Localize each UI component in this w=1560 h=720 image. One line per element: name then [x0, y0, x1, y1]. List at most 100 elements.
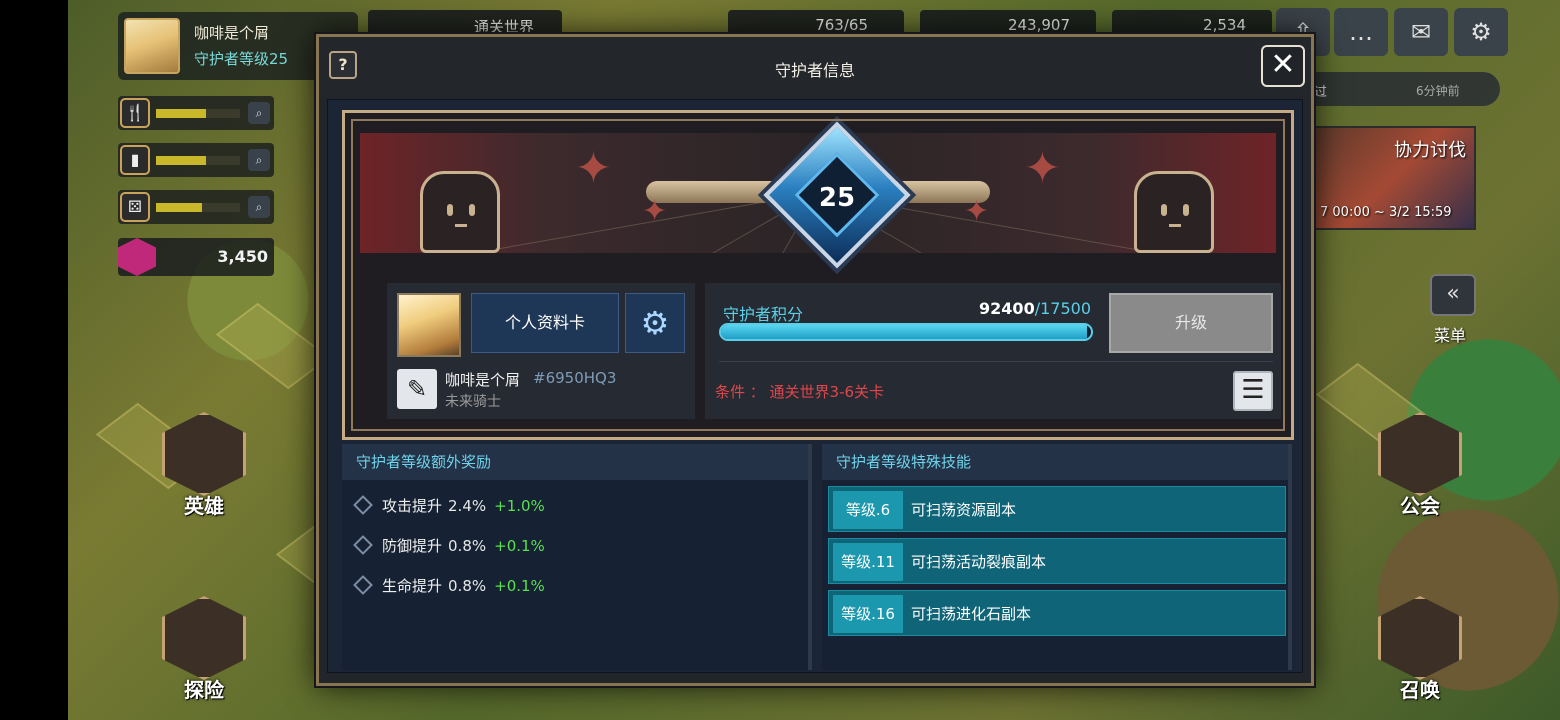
chat-icon[interactable]: … — [1334, 8, 1388, 56]
guardian-info-modal: ? 守护者信息 ✕ ✦ ✦ ✦ ✦ 25 个人资料卡 ⚙ ✎ 咖啡是个屑 #69… — [316, 34, 1314, 686]
points-label: 守护者积分 — [723, 305, 804, 324]
level-up-condition: 条件 ： 通关世界3-6关卡 — [715, 383, 885, 401]
gear-icon[interactable]: ⚙ — [1454, 8, 1508, 56]
points-current: 92400 — [979, 299, 1035, 318]
diamond-icon — [353, 575, 373, 595]
divider — [719, 361, 1273, 362]
list-item: 生命提升 0.8% +0.1% — [352, 574, 545, 598]
gear-icon[interactable]: ⚙ — [625, 293, 685, 353]
avatar[interactable] — [397, 293, 461, 357]
bonus-value: 0.8% — [448, 537, 487, 555]
search-icon[interactable]: ⌕ — [248, 149, 270, 171]
bonus-increase: +0.1% — [494, 537, 545, 555]
hero-menu-button[interactable]: 英雄 — [154, 412, 254, 519]
food-resource: 🍴 ⌕ — [118, 96, 274, 130]
explore-menu-button[interactable]: 探险 — [154, 596, 254, 703]
diamond-icon — [353, 495, 373, 515]
hero-icon — [162, 412, 246, 496]
top-resource-1-value: 763/65 — [815, 16, 868, 34]
list-item: 等级.11 可扫荡活动裂痕副本 — [828, 538, 1286, 584]
bonus-header: 守护者等级额外奖励 — [342, 444, 808, 480]
player-info-panel: 个人资料卡 ⚙ ✎ 咖啡是个屑 #6950HQ3 未来骑士 — [387, 283, 695, 419]
points-progress-bar — [719, 323, 1093, 341]
gem-value: 3,450 — [217, 247, 268, 266]
bonus-label: 防御提升 — [382, 537, 443, 555]
top-resource-2-value: 243,907 — [1007, 16, 1070, 34]
drink-bar — [156, 156, 240, 165]
player-title: 未来骑士 — [445, 394, 501, 410]
list-icon[interactable]: ☰ — [1233, 371, 1273, 411]
news-ticker[interactable]: 过 6分钟前 — [1300, 72, 1500, 106]
bonus-label: 攻击提升 — [382, 497, 443, 515]
cup-icon: ▮ — [120, 145, 150, 175]
news-time: 6分钟前 — [1416, 84, 1460, 98]
star-icon: ✦ — [1024, 143, 1061, 194]
avatar[interactable] — [124, 18, 180, 74]
guardian-points-panel: 守护者积分 92400/17500 升级 条件 ： 通关世界3-6关卡 ☰ — [705, 283, 1281, 419]
bonus-value: 0.8% — [448, 577, 487, 595]
star-icon: ✦ — [575, 143, 612, 194]
skill-text: 可扫荡进化石副本 — [911, 605, 1032, 623]
modal-title: 守护者信息 — [774, 61, 855, 80]
special-skills-panel: 守护者等级特殊技能 等级.6 可扫荡资源副本 等级.11 可扫荡活动裂痕副本 等… — [822, 444, 1292, 670]
skill-text: 可扫荡资源副本 — [911, 501, 1017, 519]
menu-label: 菜单 — [1434, 326, 1467, 345]
skill-text: 可扫荡活动裂痕副本 — [911, 553, 1047, 571]
level-bonus-panel: 守护者等级额外奖励 攻击提升 2.4% +1.0% 防御提升 0.8% +0.1% 生命… — [342, 444, 812, 670]
search-icon[interactable]: ⌕ — [248, 102, 270, 124]
skill-level: 等级.11 — [833, 543, 903, 581]
drink-resource: ▮ ⌕ — [118, 143, 274, 177]
dice-resource: ⚄ ⌕ — [118, 190, 274, 224]
player-name: 咖啡是个屑 — [445, 371, 521, 389]
compass-icon — [162, 596, 246, 680]
points-max: /17500 — [1034, 299, 1091, 318]
list-item: 防御提升 0.8% +0.1% — [352, 534, 545, 558]
bonus-increase: +1.0% — [494, 497, 545, 515]
points-progress-fill — [721, 325, 1088, 339]
star-icon: ✦ — [964, 194, 990, 229]
dice-icon: ⚄ — [120, 192, 150, 222]
skills-header: 守护者等级特殊技能 — [822, 444, 1288, 480]
summon-menu-button[interactable]: 召唤 — [1370, 596, 1470, 703]
search-icon[interactable]: ⌕ — [248, 196, 270, 218]
gem-icon — [118, 238, 156, 276]
level-frame: ✦ ✦ ✦ ✦ 25 个人资料卡 ⚙ ✎ 咖啡是个屑 #6950HQ3 未来骑士… — [342, 110, 1294, 440]
modal-header: ? 守护者信息 ✕ — [319, 37, 1311, 95]
event-time: 7 00:00 ~ 3/2 15:59 — [1320, 205, 1452, 220]
guardian-level: 25 — [818, 183, 856, 213]
close-button[interactable]: ✕ — [1261, 45, 1305, 87]
event-title: 协力讨伐 — [1394, 140, 1466, 161]
top-resource-3-value: 2,534 — [1203, 16, 1246, 34]
castle-icon — [1378, 412, 1462, 496]
collapse-menu-button[interactable]: « — [1430, 274, 1476, 316]
skill-level: 等级.6 — [833, 491, 903, 529]
bg-player-level: 守护者等级25 — [194, 50, 289, 68]
profile-card-button[interactable]: 个人资料卡 — [471, 293, 619, 353]
bonus-value: 2.4% — [448, 497, 487, 515]
dice-bar — [156, 203, 240, 212]
list-item: 等级.16 可扫荡进化石副本 — [828, 590, 1286, 636]
player-id: #6950HQ3 — [533, 369, 617, 387]
raid-event-banner[interactable]: 协力讨伐 7 00:00 ~ 3/2 15:59 — [1310, 126, 1476, 230]
skill-level: 等级.16 — [833, 595, 903, 633]
modal-body: ✦ ✦ ✦ ✦ 25 个人资料卡 ⚙ ✎ 咖啡是个屑 #6950HQ3 未来骑士… — [327, 99, 1303, 673]
bg-player-name: 咖啡是个屑 — [194, 24, 270, 42]
list-item: 攻击提升 2.4% +1.0% — [352, 494, 545, 518]
mascot-icon — [1134, 171, 1214, 253]
food-bar — [156, 109, 240, 118]
gem-counter[interactable]: 3,450 — [118, 238, 274, 276]
list-item: 等级.6 可扫荡资源副本 — [828, 486, 1286, 532]
mail-icon[interactable]: ✉ — [1394, 8, 1448, 56]
bonus-label: 生命提升 — [382, 577, 443, 595]
news-label: 过 — [1314, 85, 1328, 100]
level-up-button[interactable]: 升级 — [1109, 293, 1273, 353]
fork-knife-icon: 🍴 — [120, 98, 150, 128]
guild-menu-button[interactable]: 公会 — [1370, 412, 1470, 519]
summon-icon — [1378, 596, 1462, 680]
bonus-increase: +0.1% — [494, 577, 545, 595]
mascot-icon — [420, 171, 500, 253]
map-tile — [215, 302, 331, 390]
star-icon: ✦ — [642, 194, 668, 229]
points-value: 92400/17500 — [925, 299, 1091, 318]
edit-icon[interactable]: ✎ — [397, 369, 437, 409]
